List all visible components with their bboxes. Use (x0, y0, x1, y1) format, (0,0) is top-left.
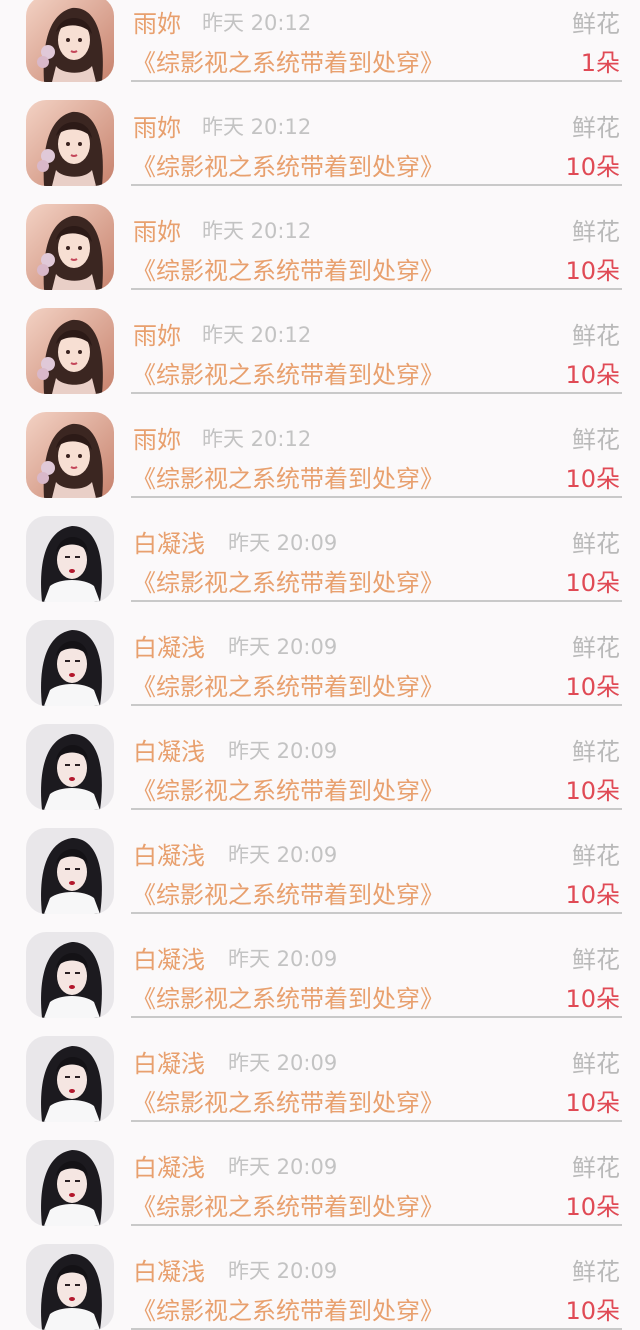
gift-count: 10朵 (565, 465, 620, 493)
gift-record-row[interactable]: 白凝浅 昨天 20:09 鲜花 《综影视之系统带着到处穿》 10朵 (0, 1121, 640, 1226)
gift-type-label: 鲜花 (572, 114, 620, 142)
gift-count: 10朵 (565, 881, 620, 909)
timestamp: 昨天 20:09 (228, 1155, 338, 1179)
gift-count: 10朵 (565, 777, 620, 805)
avatar[interactable] (26, 0, 114, 82)
timestamp: 昨天 20:09 (228, 531, 338, 555)
gift-type-label: 鲜花 (572, 634, 620, 662)
timestamp: 昨天 20:12 (202, 427, 312, 451)
gift-record-row[interactable]: 雨妳 昨天 20:12 鲜花 《综影视之系统带着到处穿》 1朵 (0, 0, 640, 82)
user-name[interactable]: 雨妳 (133, 108, 181, 143)
user-name[interactable]: 雨妳 (133, 420, 181, 455)
timestamp: 昨天 20:09 (228, 1051, 338, 1075)
gift-record-row[interactable]: 白凝浅 昨天 20:09 鲜花 《综影视之系统带着到处穿》 10朵 (0, 705, 640, 810)
gift-count: 10朵 (565, 1193, 620, 1221)
gift-type-label: 鲜花 (572, 530, 620, 558)
timestamp: 昨天 20:12 (202, 219, 312, 243)
gift-count: 10朵 (565, 569, 620, 597)
gift-record-row[interactable]: 白凝浅 昨天 20:09 鲜花 《综影视之系统带着到处穿》 10朵 (0, 1225, 640, 1330)
timestamp: 昨天 20:12 (202, 115, 312, 139)
timestamp: 昨天 20:09 (228, 843, 338, 867)
gift-count: 10朵 (565, 673, 620, 701)
avatar[interactable] (26, 828, 114, 914)
gift-record-row[interactable]: 雨妳 昨天 20:12 鲜花 《综影视之系统带着到处穿》 10朵 (0, 81, 640, 186)
book-title-link[interactable]: 《综影视之系统带着到处穿》 (132, 979, 444, 1014)
gift-record-row[interactable]: 白凝浅 昨天 20:09 鲜花 《综影视之系统带着到处穿》 10朵 (0, 497, 640, 602)
gift-record-row[interactable]: 白凝浅 昨天 20:09 鲜花 《综影视之系统带着到处穿》 10朵 (0, 601, 640, 706)
user-name[interactable]: 白凝浅 (133, 1252, 205, 1287)
gift-count: 10朵 (565, 361, 620, 389)
book-title-link[interactable]: 《综影视之系统带着到处穿》 (132, 1083, 444, 1118)
timestamp: 昨天 20:09 (228, 947, 338, 971)
gift-type-label: 鲜花 (572, 10, 620, 38)
timestamp: 昨天 20:09 (228, 1259, 338, 1283)
book-title-link[interactable]: 《综影视之系统带着到处穿》 (132, 355, 444, 390)
gift-count: 10朵 (565, 1089, 620, 1117)
gift-type-label: 鲜花 (572, 1154, 620, 1182)
gift-count: 10朵 (565, 985, 620, 1013)
gift-count: 1朵 (580, 49, 620, 77)
book-title-link[interactable]: 《综影视之系统带着到处穿》 (132, 147, 444, 182)
user-name[interactable]: 白凝浅 (133, 1148, 205, 1183)
timestamp: 昨天 20:09 (228, 635, 338, 659)
user-name[interactable]: 雨妳 (133, 4, 181, 39)
user-name[interactable]: 白凝浅 (133, 628, 205, 663)
gift-type-label: 鲜花 (572, 218, 620, 246)
timestamp: 昨天 20:12 (202, 323, 312, 347)
book-title-link[interactable]: 《综影视之系统带着到处穿》 (132, 875, 444, 910)
avatar[interactable] (26, 100, 114, 186)
book-title-link[interactable]: 《综影视之系统带着到处穿》 (132, 563, 444, 598)
user-name[interactable]: 白凝浅 (133, 732, 205, 767)
avatar[interactable] (26, 412, 114, 498)
user-name[interactable]: 白凝浅 (133, 940, 205, 975)
user-name[interactable]: 白凝浅 (133, 524, 205, 559)
user-name[interactable]: 雨妳 (133, 212, 181, 247)
avatar[interactable] (26, 516, 114, 602)
user-name[interactable]: 白凝浅 (133, 836, 205, 871)
book-title-link[interactable]: 《综影视之系统带着到处穿》 (132, 667, 444, 702)
gift-record-list: 雨妳 昨天 20:12 鲜花 《综影视之系统带着到处穿》 1朵 雨妳 昨天 20… (0, 0, 640, 1330)
book-title-link[interactable]: 《综影视之系统带着到处穿》 (132, 771, 444, 806)
gift-record-row[interactable]: 白凝浅 昨天 20:09 鲜花 《综影视之系统带着到处穿》 10朵 (0, 913, 640, 1018)
gift-count: 10朵 (565, 257, 620, 285)
gift-record-row[interactable]: 白凝浅 昨天 20:09 鲜花 《综影视之系统带着到处穿》 10朵 (0, 1017, 640, 1122)
avatar[interactable] (26, 1140, 114, 1226)
gift-type-label: 鲜花 (572, 738, 620, 766)
avatar[interactable] (26, 1244, 114, 1330)
timestamp: 昨天 20:12 (202, 11, 312, 35)
timestamp: 昨天 20:09 (228, 739, 338, 763)
user-name[interactable]: 白凝浅 (133, 1044, 205, 1079)
avatar[interactable] (26, 204, 114, 290)
gift-type-label: 鲜花 (572, 1258, 620, 1286)
gift-count: 10朵 (565, 153, 620, 181)
gift-count: 10朵 (565, 1297, 620, 1325)
gift-type-label: 鲜花 (572, 842, 620, 870)
gift-type-label: 鲜花 (572, 1050, 620, 1078)
gift-record-row[interactable]: 雨妳 昨天 20:12 鲜花 《综影视之系统带着到处穿》 10朵 (0, 393, 640, 498)
book-title-link[interactable]: 《综影视之系统带着到处穿》 (132, 459, 444, 494)
gift-type-label: 鲜花 (572, 322, 620, 350)
avatar[interactable] (26, 620, 114, 706)
avatar[interactable] (26, 308, 114, 394)
avatar[interactable] (26, 932, 114, 1018)
gift-type-label: 鲜花 (572, 946, 620, 974)
avatar[interactable] (26, 724, 114, 810)
user-name[interactable]: 雨妳 (133, 316, 181, 351)
gift-record-row[interactable]: 雨妳 昨天 20:12 鲜花 《综影视之系统带着到处穿》 10朵 (0, 185, 640, 290)
book-title-link[interactable]: 《综影视之系统带着到处穿》 (132, 251, 444, 286)
book-title-link[interactable]: 《综影视之系统带着到处穿》 (132, 43, 444, 78)
avatar[interactable] (26, 1036, 114, 1122)
book-title-link[interactable]: 《综影视之系统带着到处穿》 (132, 1291, 444, 1326)
book-title-link[interactable]: 《综影视之系统带着到处穿》 (132, 1187, 444, 1222)
gift-record-row[interactable]: 白凝浅 昨天 20:09 鲜花 《综影视之系统带着到处穿》 10朵 (0, 809, 640, 914)
gift-record-row[interactable]: 雨妳 昨天 20:12 鲜花 《综影视之系统带着到处穿》 10朵 (0, 289, 640, 394)
gift-type-label: 鲜花 (572, 426, 620, 454)
